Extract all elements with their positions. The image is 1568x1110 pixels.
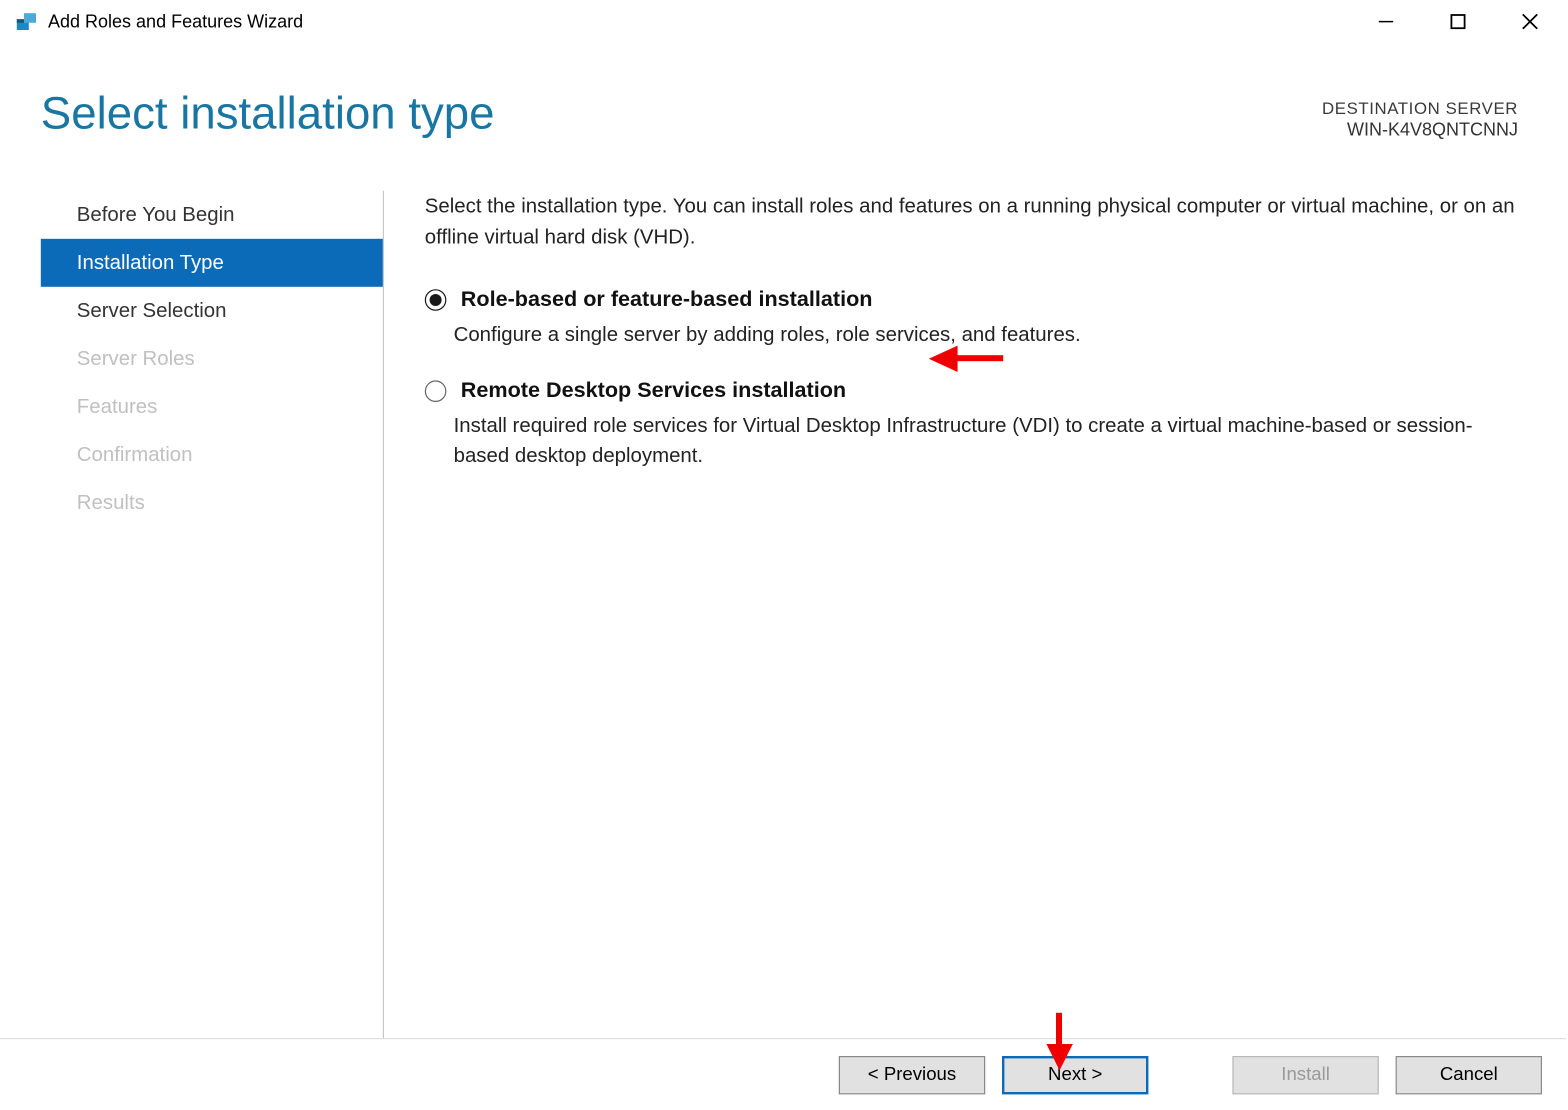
window-title: Add Roles and Features Wizard (48, 11, 303, 31)
maximize-button[interactable] (1422, 0, 1494, 43)
sidebar-item-label: Server Selection (77, 299, 227, 322)
header-row: Select installation type DESTINATION SER… (0, 43, 1566, 140)
page-title: Select installation type (41, 89, 495, 141)
sidebar-item-results: Results (41, 479, 383, 527)
sidebar-item-before-you-begin[interactable]: Before You Begin (41, 191, 383, 239)
radio-label[interactable]: Role-based or feature-based installation (461, 287, 873, 312)
sidebar-item-installation-type[interactable]: Installation Type (41, 239, 383, 287)
sidebar-item-label: Server Roles (77, 347, 195, 370)
radio-role-based[interactable] (425, 289, 447, 311)
radio-label[interactable]: Remote Desktop Services installation (461, 378, 846, 403)
sidebar-item-features: Features (41, 383, 383, 431)
close-button[interactable] (1494, 0, 1566, 43)
window-controls (1350, 0, 1566, 43)
radio-description: Configure a single server by adding role… (454, 319, 1518, 349)
install-button: Install (1232, 1055, 1378, 1093)
sidebar-item-confirmation: Confirmation (41, 431, 383, 479)
sidebar-item-server-roles: Server Roles (41, 335, 383, 383)
sidebar-item-label: Confirmation (77, 443, 193, 466)
content-panel: Select the installation type. You can in… (384, 191, 1566, 1038)
previous-button[interactable]: < Previous (839, 1055, 985, 1093)
sidebar-item-label: Before You Begin (77, 203, 235, 226)
radio-row: Remote Desktop Services installation (425, 378, 1518, 403)
radio-description: Install required role services for Virtu… (454, 410, 1518, 470)
option-role-based: Role-based or feature-based installation… (425, 287, 1518, 349)
radio-row: Role-based or feature-based installation (425, 287, 1518, 312)
intro-text: Select the installation type. You can in… (425, 191, 1518, 253)
next-button[interactable]: Next > (1002, 1055, 1148, 1093)
destination-label: DESTINATION SERVER (1322, 98, 1518, 117)
destination-server: WIN-K4V8QNTCNNJ (1322, 120, 1518, 140)
wizard-window: Add Roles and Features Wizard Select ins… (0, 0, 1566, 1110)
title-left: Add Roles and Features Wizard (14, 10, 303, 34)
sidebar-item-label: Results (77, 491, 145, 514)
sidebar-item-server-selection[interactable]: Server Selection (41, 287, 383, 335)
minimize-button[interactable] (1350, 0, 1422, 43)
title-bar: Add Roles and Features Wizard (0, 0, 1566, 43)
destination-info: DESTINATION SERVER WIN-K4V8QNTCNNJ (1322, 89, 1518, 141)
sidebar: Before You Begin Installation Type Serve… (41, 191, 384, 1038)
content-wrap: Select installation type DESTINATION SER… (0, 43, 1566, 1110)
cancel-button[interactable]: Cancel (1396, 1055, 1542, 1093)
sidebar-item-label: Features (77, 395, 158, 418)
server-manager-icon (14, 10, 38, 34)
main-area: Before You Begin Installation Type Serve… (0, 191, 1566, 1038)
footer: < Previous Next > Install Cancel (0, 1038, 1566, 1110)
radio-remote-desktop[interactable] (425, 380, 447, 402)
sidebar-item-label: Installation Type (77, 251, 224, 274)
option-remote-desktop: Remote Desktop Services installation Ins… (425, 378, 1518, 470)
